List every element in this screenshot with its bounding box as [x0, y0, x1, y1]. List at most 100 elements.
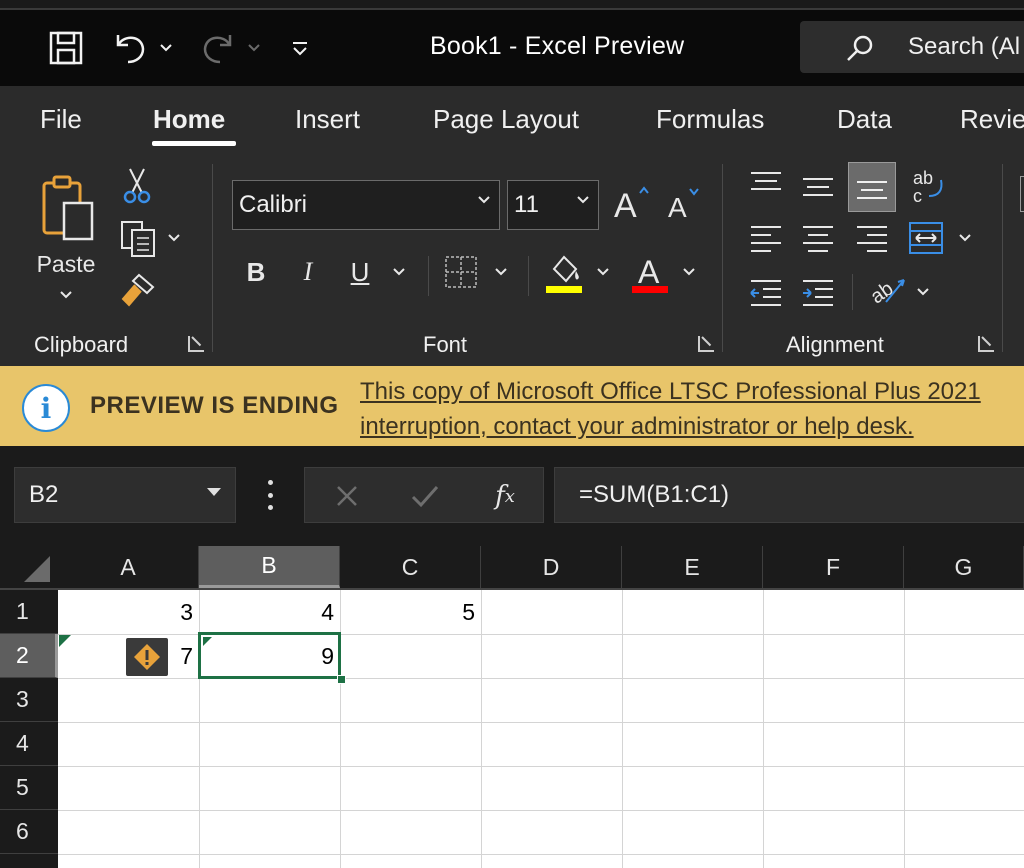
gridline — [481, 590, 482, 868]
row-header-1[interactable]: 1 — [0, 590, 58, 634]
search-box[interactable]: Search (Al — [800, 21, 1024, 73]
infobar-message-line2: interruption, contact your administrator… — [360, 413, 914, 440]
tab-home[interactable]: Home — [153, 104, 225, 135]
font-color-swatch — [632, 286, 668, 293]
row-headers: 1 2 3 4 5 6 — [0, 590, 58, 868]
align-center-icon[interactable] — [798, 218, 838, 258]
alignment-group-label: Alignment — [786, 332, 884, 357]
align-right-icon[interactable] — [852, 218, 892, 258]
tab-data[interactable]: Data — [837, 104, 892, 135]
font-name-combo[interactable]: Calibri — [232, 180, 500, 230]
undo-dropdown-icon[interactable] — [156, 30, 176, 66]
column-header-b[interactable]: B — [199, 546, 340, 588]
increase-font-size-icon[interactable]: A — [610, 180, 654, 226]
cell-c1[interactable]: 5 — [340, 590, 481, 634]
tab-review[interactable]: Revie — [960, 104, 1024, 135]
cell-area[interactable]: 3 4 5 7 9 — [58, 590, 1024, 868]
cell-a1[interactable]: 3 — [58, 590, 199, 634]
font-size-value: 11 — [514, 191, 539, 218]
column-header-e[interactable]: E — [622, 546, 763, 588]
clipboard-launcher-icon[interactable] — [188, 336, 204, 352]
fill-handle[interactable] — [337, 675, 346, 684]
title-bar: Book1 - Excel Preview Search (Al — [0, 10, 1024, 86]
name-box-dropdown-icon[interactable] — [207, 488, 221, 496]
column-header-d[interactable]: D — [481, 546, 622, 588]
merge-dropdown-icon[interactable] — [954, 228, 976, 248]
infobar-title: PREVIEW IS ENDING — [90, 392, 339, 419]
cell-b1[interactable]: 4 — [199, 590, 340, 634]
borders-dropdown-icon[interactable] — [490, 262, 512, 282]
font-color-icon[interactable]: A — [630, 250, 670, 290]
font-size-combo[interactable]: 11 — [507, 180, 599, 230]
undo-icon[interactable] — [108, 30, 152, 66]
svg-text:A: A — [638, 254, 660, 287]
borders-icon[interactable] — [440, 252, 482, 292]
bold-button[interactable]: B — [238, 252, 274, 292]
column-header-g[interactable]: G — [904, 546, 1024, 588]
customize-qat-icon[interactable] — [288, 30, 312, 66]
orientation-icon[interactable]: ab — [866, 270, 910, 310]
decrease-font-size-icon[interactable]: A — [664, 180, 704, 226]
paste-button[interactable]: Paste — [30, 166, 102, 306]
font-launcher-icon[interactable] — [698, 336, 714, 352]
error-indicator-a2 — [59, 635, 71, 647]
copy-dropdown-icon[interactable] — [164, 228, 184, 248]
column-header-a[interactable]: A — [58, 546, 199, 588]
alignment-launcher-icon[interactable] — [978, 336, 994, 352]
row-header-4[interactable]: 4 — [0, 722, 58, 766]
underline-button[interactable]: U — [342, 252, 378, 292]
cut-icon[interactable] — [120, 166, 154, 206]
svg-text:A: A — [614, 187, 637, 223]
active-tab-indicator — [152, 141, 236, 146]
column-headers: A B C D E F G — [0, 546, 1024, 590]
insert-function-icon[interactable]: fx — [481, 468, 529, 524]
orientation-dropdown-icon[interactable] — [912, 282, 934, 302]
error-warning-button[interactable] — [126, 638, 168, 676]
paste-dropdown-icon — [60, 290, 72, 298]
paste-icon — [42, 175, 94, 240]
italic-button[interactable]: I — [290, 252, 326, 292]
gridline — [58, 854, 1024, 855]
search-label: Search (Al — [908, 33, 1021, 60]
formula-input[interactable]: =SUM(B1:C1) — [554, 467, 1024, 523]
align-left-icon[interactable] — [746, 218, 786, 258]
merge-center-icon[interactable] — [906, 218, 946, 258]
formula-buttons: fx — [304, 467, 544, 523]
increase-indent-icon[interactable] — [798, 272, 838, 312]
orientation-wrap-icon[interactable]: ab c — [908, 164, 948, 208]
decrease-indent-icon[interactable] — [746, 272, 786, 312]
tab-formulas[interactable]: Formulas — [656, 104, 764, 135]
underline-dropdown-icon[interactable] — [388, 262, 410, 282]
window-title: Book1 - Excel Preview — [430, 32, 685, 60]
enter-icon[interactable] — [401, 468, 449, 524]
row-header-3[interactable]: 3 — [0, 678, 58, 722]
tab-file[interactable]: File — [40, 104, 82, 135]
bottom-align-icon[interactable] — [848, 162, 896, 212]
format-painter-icon[interactable] — [116, 270, 158, 310]
formula-bar-grip-icon[interactable] — [266, 480, 274, 510]
chevron-down-icon — [478, 196, 490, 204]
row-header-5[interactable]: 5 — [0, 766, 58, 810]
save-icon[interactable] — [44, 30, 88, 66]
column-header-c[interactable]: C — [340, 546, 481, 588]
row-header-2[interactable]: 2 — [0, 634, 58, 678]
separator — [852, 274, 853, 310]
middle-align-icon[interactable] — [798, 164, 838, 204]
fill-color-dropdown-icon[interactable] — [592, 262, 614, 282]
redo-icon[interactable] — [196, 30, 240, 66]
top-align-icon[interactable] — [746, 164, 786, 204]
cancel-icon[interactable] — [323, 468, 371, 524]
font-color-dropdown-icon[interactable] — [678, 262, 700, 282]
name-box[interactable]: B2 — [14, 467, 236, 523]
fill-color-icon[interactable] — [544, 250, 584, 290]
row-header-6[interactable]: 6 — [0, 810, 58, 854]
infobar-message-link[interactable]: This copy of Microsoft Office LTSC Profe… — [360, 374, 981, 444]
tab-insert[interactable]: Insert — [295, 104, 360, 135]
paste-label: Paste — [36, 250, 96, 277]
svg-text:A: A — [668, 192, 687, 223]
column-header-f[interactable]: F — [763, 546, 904, 588]
copy-icon[interactable] — [116, 218, 160, 258]
redo-dropdown-icon[interactable] — [244, 30, 264, 66]
select-all-corner[interactable] — [0, 546, 58, 588]
tab-page-layout[interactable]: Page Layout — [433, 104, 579, 135]
